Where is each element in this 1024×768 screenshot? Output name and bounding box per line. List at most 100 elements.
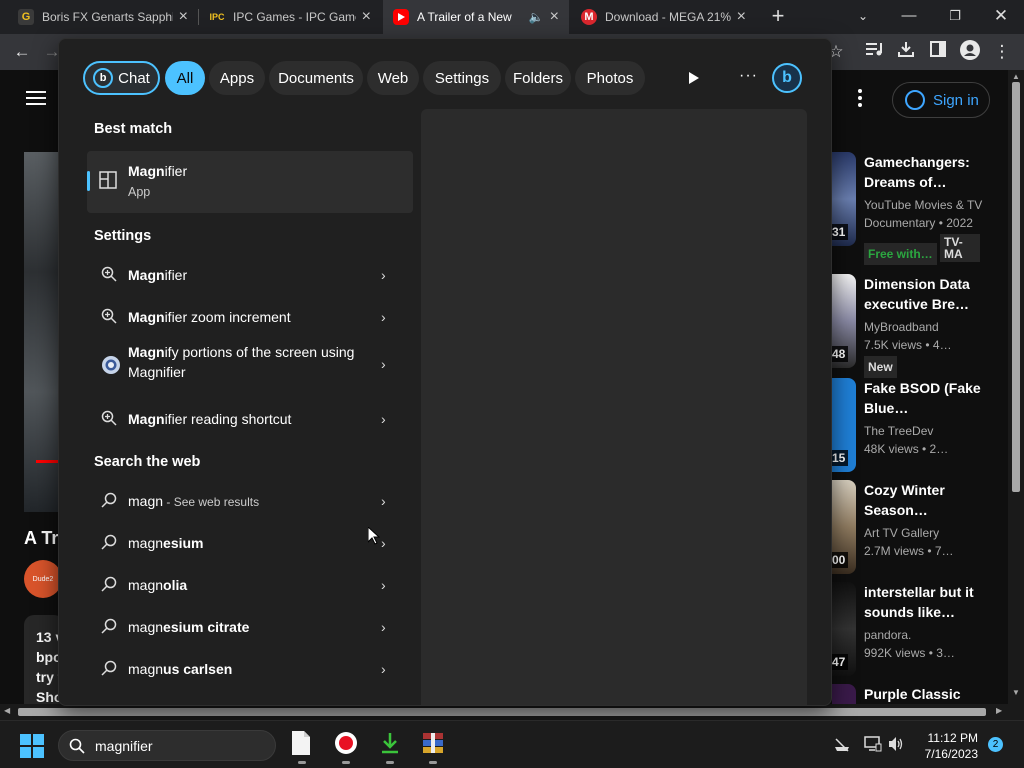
result-label: Magnifier [128,267,187,283]
settings-result[interactable]: Magnifier › [87,256,413,296]
recommended-title[interactable]: interstellar but it sounds like… [864,582,1004,622]
new-tab-plus-icon[interactable]: + [766,4,790,28]
selection-accent-bar [87,171,90,191]
chevron-right-icon[interactable]: › [381,356,386,372]
taskbar-download-icon[interactable] [378,731,402,764]
web-result[interactable]: magnesium › [87,524,413,564]
start-windows-icon[interactable] [20,734,44,763]
label-rest: ifier zoom increment [164,309,291,325]
sign-in-button[interactable]: Sign in [892,82,990,118]
video-progress-bar[interactable] [36,460,60,463]
chip-chat[interactable]: b Chat [83,61,160,95]
tab-boris-fx[interactable]: G Boris FX Genarts Sapphi × [8,0,198,34]
close-tab-icon[interactable]: × [550,8,559,26]
taskbar-notepad-icon[interactable] [290,731,314,764]
back-arrow-icon[interactable]: ← [10,40,34,64]
running-indicator [298,761,306,764]
label-query: magn [128,577,164,593]
recommended-title[interactable]: Cozy Winter Season… [864,480,1004,520]
notification-count-badge[interactable]: 2 [988,737,1003,752]
recommended-title[interactable]: Purple Classic [864,684,1004,704]
chip-web[interactable]: Web [367,61,419,95]
recommended-video[interactable]: 47 interstellar but it sounds like… pand… [832,582,1008,678]
web-result[interactable]: magnolia › [87,566,413,606]
download-icon[interactable] [894,40,918,64]
chevron-right-icon[interactable]: › [381,309,386,325]
tab-search-chevron-icon[interactable]: ⌄ [840,0,886,34]
tab-youtube-trailer[interactable]: A Trailer of a New 🔈 × [383,0,569,34]
close-tab-icon[interactable]: × [362,8,371,26]
chip-documents[interactable]: Documents [269,61,363,95]
recommended-video[interactable]: Purple Classic [832,684,1008,704]
recommended-title[interactable]: Gamechangers: Dreams of… [864,152,1004,192]
chip-settings[interactable]: Settings [423,61,501,95]
free-badge: Free with… [864,243,937,265]
recommended-video[interactable]: 15 Fake BSOD (Fake Blue… The TreeDev 48K… [832,378,1008,474]
chip-apps[interactable]: Apps [209,61,265,95]
taskbar-recorder-icon[interactable] [334,731,358,764]
more-filters-play-icon[interactable] [689,71,699,89]
web-result[interactable]: magnus carlsen › [87,650,413,690]
audio-playing-icon[interactable]: 🔈 [529,10,544,24]
web-result[interactable]: magn - See web results › [87,482,413,522]
more-options-icon[interactable] [857,88,869,110]
chevron-right-icon[interactable]: › [381,267,386,283]
display-icon[interactable] [864,736,882,757]
vertical-scrollbar[interactable]: ▲ ▼ [1008,70,1024,704]
web-result[interactable]: magnesium citrate › [87,608,413,648]
chevron-right-icon[interactable]: › [381,411,386,427]
settings-result[interactable]: Magnifier zoom increment › [87,298,413,338]
windows-taskbar: magnifier 11:12 PM 7/16/2023 2 [0,720,1024,768]
settings-result[interactable]: Magnify portions of the screen using Mag… [87,340,413,390]
more-options-ellipsis-icon[interactable]: ··· [739,67,758,85]
chip-all[interactable]: All [165,61,205,95]
minimize-icon[interactable]: — [886,0,932,34]
side-panel-icon[interactable] [926,40,950,64]
chevron-right-icon[interactable]: › [381,619,386,635]
taskbar-winrar-icon[interactable] [421,731,445,764]
scrollbar-thumb[interactable] [1012,82,1020,492]
restore-icon[interactable]: ❐ [932,0,978,34]
chevron-right-icon[interactable]: › [381,577,386,593]
close-window-icon[interactable]: ✕ [978,0,1024,34]
close-tab-icon[interactable]: × [737,8,746,26]
settings-result[interactable]: Magnifier reading shortcut › [87,400,413,440]
scroll-down-icon[interactable]: ▼ [1012,688,1020,697]
video-thumbnail[interactable] [832,684,856,704]
close-tab-icon[interactable]: × [179,8,188,26]
hamburger-menu-icon[interactable] [26,90,46,111]
volume-icon[interactable] [888,736,904,757]
bing-chat-icon: b [93,68,114,88]
taskbar-clock[interactable]: 11:12 PM 7/16/2023 [912,730,978,762]
recommended-video[interactable]: 00 Cozy Winter Season… Art TV Gallery 2.… [832,480,1008,576]
recommended-title[interactable]: Fake BSOD (Fake Blue… [864,378,1004,418]
channel-avatar[interactable]: Dude2 [24,560,62,598]
horizontal-scrollbar[interactable]: ◀ ▶ [0,704,1024,720]
hscrollbar-thumb[interactable] [18,708,986,716]
chip-folders[interactable]: Folders [505,61,571,95]
network-offline-icon[interactable] [834,737,850,758]
scroll-left-icon[interactable]: ◀ [4,706,10,715]
zoom-in-icon [101,410,119,428]
result-label: magnolia [128,577,187,593]
tab-ipc-games[interactable]: IPC IPC Games - IPC Game × [199,0,381,34]
best-match-magnifier[interactable]: Magnifier App [87,151,413,213]
tab-mega-download[interactable]: M Download - MEGA 21% × [571,0,756,34]
scroll-up-icon[interactable]: ▲ [1012,72,1020,81]
recommended-title[interactable]: Dimension Data executive Bre… [864,274,1004,314]
recommended-channel: The TreeDev 48K views • 2… [864,422,1004,458]
chevron-right-icon[interactable]: › [381,493,386,509]
scroll-right-icon[interactable]: ▶ [996,706,1002,715]
chip-photos[interactable]: Photos [575,61,645,95]
taskbar-search-box[interactable]: magnifier [58,730,276,761]
media-queue-icon[interactable] [862,40,886,64]
profile-icon[interactable] [958,40,982,64]
bing-logo-icon[interactable]: b [772,63,802,93]
recommended-video[interactable]: 31 Gamechangers: Dreams of… YouTube Movi… [832,152,1008,265]
browser-menu-icon[interactable]: ⋮ [990,40,1014,64]
chevron-right-icon[interactable]: › [381,661,386,677]
best-match-type: App [128,185,151,199]
label-query: magn [128,661,164,677]
recommended-video[interactable]: 48 Dimension Data executive Bre… MyBroad… [832,274,1008,378]
chevron-right-icon[interactable]: › [381,535,386,551]
